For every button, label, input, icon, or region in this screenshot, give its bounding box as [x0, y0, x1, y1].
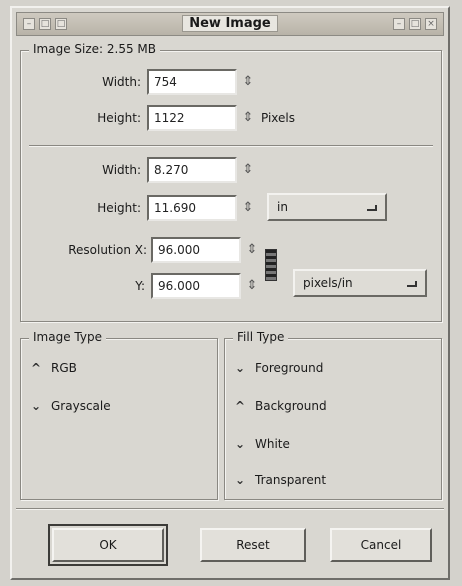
cancel-button[interactable]: Cancel: [330, 528, 432, 562]
resolution-x-spinner-icon[interactable]: ⇕: [245, 237, 259, 263]
print-height-label: Height:: [97, 201, 141, 215]
radio-unselected-icon: ⌄: [31, 399, 42, 413]
image-type-title: Image Type: [29, 330, 106, 344]
height-label: Height:: [97, 111, 141, 125]
radio-unselected-icon: ⌄: [235, 361, 246, 375]
print-width-label: Width:: [102, 163, 141, 177]
resolution-x-input[interactable]: 96.000: [151, 237, 241, 263]
reset-button[interactable]: Reset: [200, 528, 306, 562]
resolution-y-label: Y:: [135, 279, 145, 293]
print-height-input[interactable]: 11.690: [147, 195, 237, 221]
maximize-icon[interactable]: □: [409, 18, 421, 30]
height-pixels-input[interactable]: 1122: [147, 105, 237, 131]
title-bar[interactable]: – □ □ New Image – □ ×: [16, 12, 444, 36]
width-pixels-input[interactable]: 754: [147, 69, 237, 95]
print-height-spinner-icon[interactable]: ⇕: [241, 195, 255, 221]
radio-selected-icon: ^: [235, 399, 246, 413]
radio-label: RGB: [51, 361, 77, 375]
print-unit-select[interactable]: in: [267, 193, 387, 221]
print-width-spinner-icon[interactable]: ⇕: [241, 157, 255, 183]
fill-type-title: Fill Type: [233, 330, 289, 344]
fill-type-group: Fill Type ⌄ Foreground ^ Background ⌄ White…: [224, 330, 442, 500]
ok-button[interactable]: OK: [48, 524, 168, 566]
new-image-dialog: – □ □ New Image – □ × Image Size: 2.55 M…: [10, 6, 450, 580]
radio-selected-icon: ^: [31, 361, 42, 375]
radio-label: Transparent: [255, 473, 327, 487]
radio-white[interactable]: ⌄ White: [235, 437, 290, 451]
chain-link-icon[interactable]: [265, 249, 277, 281]
image-size-group: Image Size: 2.55 MB Width: 754 ⇕ Height:…: [20, 42, 442, 322]
resolution-unit-value: pixels/in: [303, 276, 353, 290]
image-type-group: Image Type ^ RGB ⌄ Grayscale: [20, 330, 218, 500]
window-title: New Image: [17, 15, 443, 32]
radio-background[interactable]: ^ Background: [235, 399, 327, 413]
height-spinner-icon[interactable]: ⇕: [241, 105, 255, 131]
resolution-y-input[interactable]: 96.000: [151, 273, 241, 299]
radio-grayscale[interactable]: ⌄ Grayscale: [31, 399, 111, 413]
radio-unselected-icon: ⌄: [235, 437, 246, 451]
close-icon[interactable]: ×: [425, 18, 437, 30]
chevron-down-icon: [407, 281, 417, 287]
radio-unselected-icon: ⌄: [235, 473, 246, 487]
resolution-unit-select[interactable]: pixels/in: [293, 269, 427, 297]
resolution-y-spinner-icon[interactable]: ⇕: [245, 273, 259, 299]
pixels-unit-label: Pixels: [261, 111, 296, 125]
chevron-down-icon: [367, 205, 377, 211]
print-width-input[interactable]: 8.270: [147, 157, 237, 183]
radio-rgb[interactable]: ^ RGB: [31, 361, 77, 375]
print-unit-value: in: [277, 200, 288, 214]
width-label: Width:: [102, 75, 141, 89]
radio-transparent[interactable]: ⌄ Transparent: [235, 473, 326, 487]
minimize-icon[interactable]: –: [393, 18, 405, 30]
radio-label: White: [255, 437, 290, 451]
resolution-x-label: Resolution X:: [68, 243, 147, 257]
separator: [29, 145, 433, 147]
width-spinner-icon[interactable]: ⇕: [241, 69, 255, 95]
radio-label: Grayscale: [51, 399, 111, 413]
image-size-title: Image Size: 2.55 MB: [29, 42, 161, 56]
radio-label: Background: [255, 399, 327, 413]
radio-label: Foreground: [255, 361, 324, 375]
radio-foreground[interactable]: ⌄ Foreground: [235, 361, 323, 375]
